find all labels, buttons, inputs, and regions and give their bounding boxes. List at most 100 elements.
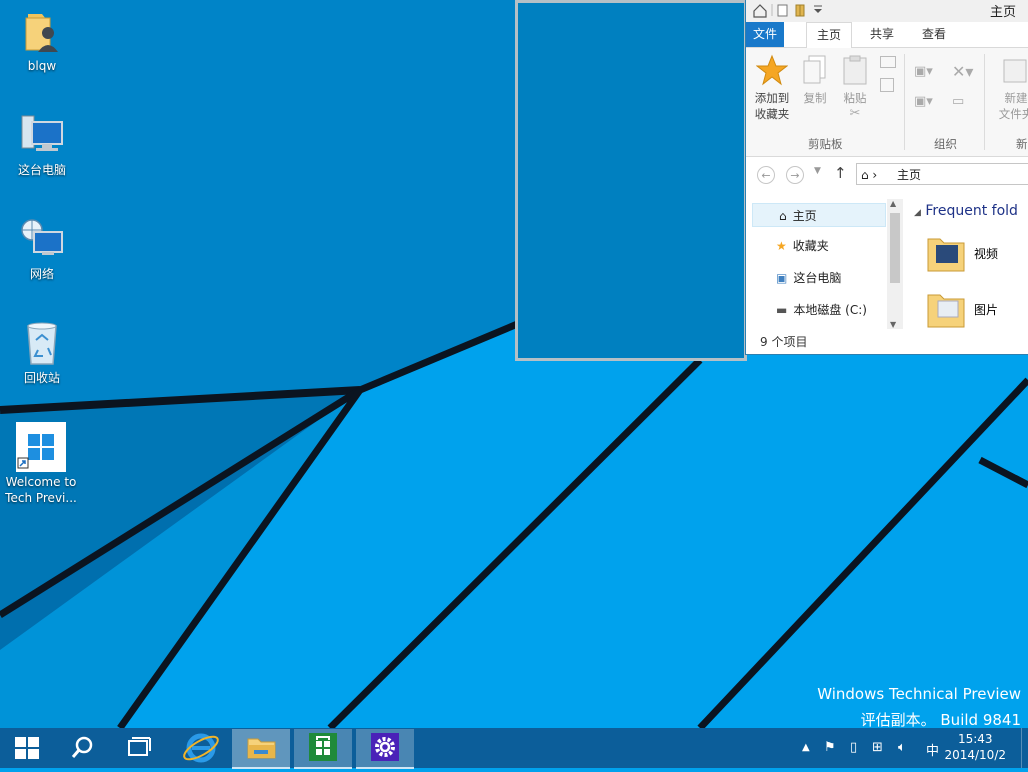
scroll-down-icon[interactable]: ▼ — [890, 320, 896, 329]
move-to-icon[interactable]: ▣▾ — [914, 64, 933, 79]
star-icon: ★ — [776, 239, 787, 253]
gear-icon — [371, 733, 399, 761]
address-field[interactable]: ⌂ › 主页 — [856, 163, 1028, 185]
clock[interactable]: 15:43 2014/10/2 — [944, 731, 1006, 763]
scroll-up-icon[interactable]: ▲ — [890, 199, 896, 208]
pictures-folder-icon — [927, 294, 965, 328]
desktop-icon-network[interactable]: 网络 — [0, 216, 84, 282]
paste-shortcut-icon[interactable] — [880, 78, 894, 92]
new-folder-label-line2: 文件夹 — [998, 107, 1028, 121]
taskbar-settings[interactable] — [356, 729, 414, 769]
new-folder-button[interactable]: 新建 文件夹 — [996, 54, 1028, 122]
nav-item-label: 主页 — [792, 209, 817, 223]
copy-button[interactable]: 复制 — [798, 54, 832, 106]
video-folder-icon — [927, 238, 965, 272]
user-folder-icon — [18, 8, 66, 56]
clock-time: 15:43 — [957, 732, 993, 746]
windows-logo-icon — [16, 422, 66, 472]
action-center-flag-icon[interactable]: ⚑ — [824, 740, 836, 755]
scissors-icon[interactable]: ✂ — [838, 106, 872, 122]
taskbar-file-explorer[interactable] — [232, 729, 290, 769]
frequent-folders-header[interactable]: ◢ Frequent fold — [914, 203, 1018, 219]
tab-share[interactable]: 共享 — [860, 22, 904, 47]
folder-item-pictures[interactable]: 图片 — [926, 287, 1028, 335]
show-hidden-icons-icon[interactable]: ▲ — [802, 742, 810, 753]
tab-file[interactable]: 文件 — [746, 22, 784, 47]
section-title: Frequent fold — [925, 203, 1018, 219]
group-organize-label: 组织 — [934, 137, 957, 151]
up-button[interactable]: ↑ — [834, 164, 847, 182]
nav-item-label: 收藏夹 — [792, 239, 829, 253]
watermark-line2: 评估副本。 Build 9841 — [860, 711, 1021, 728]
ime-indicator[interactable]: 中 — [926, 740, 939, 759]
navigation-pane: ⌂ 主页 ★ 收藏夹 ▣ 这台电脑 ▬ 本地磁盘 (C:) — [746, 199, 886, 329]
paste-button[interactable]: 粘贴 ✂ — [838, 54, 872, 122]
desktop-icon-user-folder[interactable]: blqw — [0, 8, 84, 74]
pin-label-line2: 收藏夹 — [754, 107, 790, 121]
ribbon-separator — [904, 54, 905, 150]
nav-scrollbar[interactable]: ▲ ▼ — [887, 199, 903, 329]
status-bar: 9 个项目 — [760, 335, 808, 349]
desktop-icon-label-line2: Tech Previ... — [5, 491, 77, 505]
volume-icon[interactable]: 🔈︎ — [898, 740, 906, 755]
recent-locations-icon[interactable]: ▼ — [814, 166, 821, 176]
power-icon[interactable]: ▯ — [850, 740, 857, 755]
desktop: blqw 这台电脑 网络 回收站 Welcome to Tech Previ..… — [0, 0, 1028, 728]
search-button[interactable] — [62, 728, 102, 768]
folder-item-videos[interactable]: 视频 — [926, 231, 1028, 279]
taskbar-store[interactable] — [294, 729, 352, 769]
content-pane: ◢ Frequent fold 视频 图片 — [908, 199, 1028, 339]
collapse-icon: ◢ — [914, 208, 921, 218]
back-button[interactable]: ← — [757, 166, 775, 184]
nav-item-home[interactable]: ⌂ 主页 — [752, 203, 886, 227]
pin-label-line1: 添加到 — [754, 91, 790, 105]
ribbon-tabs: 文件 主页 共享 查看 — [746, 22, 1028, 49]
copy-path-icon[interactable] — [880, 56, 896, 68]
clock-date: 2014/10/2 — [944, 748, 1006, 762]
new-folder-icon — [1003, 59, 1027, 83]
tab-view[interactable]: 查看 — [912, 22, 956, 47]
folder-label: 视频 — [974, 247, 999, 261]
this-pc-icon — [18, 112, 66, 160]
file-explorer-window[interactable]: 主页 文件 主页 共享 查看 添加到 收藏夹 复制 粘贴 ✂ 剪贴板 ▣▾ ▣▾… — [746, 0, 1028, 354]
nav-item-this-pc[interactable]: ▣ 这台电脑 — [752, 266, 886, 290]
start-button[interactable] — [6, 728, 50, 768]
quick-access-toolbar[interactable] — [752, 2, 826, 21]
forward-button[interactable]: → — [786, 166, 804, 184]
tab-home[interactable]: 主页 — [806, 22, 853, 49]
address-path: 主页 — [897, 168, 922, 182]
group-clipboard-label: 剪贴板 — [808, 137, 843, 151]
computer-icon: ▣ — [776, 271, 788, 285]
task-view-icon — [128, 737, 151, 756]
nav-item-favorites[interactable]: ★ 收藏夹 — [752, 234, 886, 258]
desktop-icon-label: blqw — [27, 59, 57, 73]
rename-icon[interactable]: ▭ — [952, 94, 964, 109]
desktop-icon-this-pc[interactable]: 这台电脑 — [0, 112, 84, 178]
paste-label: 粘贴 — [843, 91, 867, 105]
search-icon — [71, 736, 93, 758]
pin-to-favorites-button[interactable]: 添加到 收藏夹 — [752, 54, 792, 122]
internet-explorer-icon — [183, 733, 219, 763]
address-bar-row: ← → ▼ ↑ ⌂ › 主页 — [746, 160, 1028, 190]
ribbon-separator — [984, 54, 985, 150]
desktop-icon-recycle-bin[interactable]: 回收站 — [0, 320, 84, 386]
network-icon — [18, 216, 66, 264]
title-bar[interactable]: 主页 — [746, 0, 1028, 22]
drive-icon: ▬ — [776, 303, 788, 317]
copy-icon — [803, 55, 826, 84]
scroll-thumb[interactable] — [890, 213, 900, 283]
task-view-button[interactable] — [118, 728, 158, 768]
home-icon: ⌂ — [779, 209, 787, 223]
desktop-icon-welcome[interactable]: Welcome to Tech Previ... — [0, 422, 83, 506]
desktop-icon-label: 这台电脑 — [17, 163, 66, 177]
network-tray-icon[interactable]: ⊞ — [872, 740, 883, 755]
delete-icon[interactable]: ✕▾ — [952, 62, 973, 81]
recycle-bin-icon — [18, 320, 66, 368]
ribbon: 添加到 收藏夹 复制 粘贴 ✂ 剪贴板 ▣▾ ▣▾ ✕▾ ▭ 组织 新建 文件夹… — [746, 48, 1028, 157]
desktop-icon-label: 网络 — [29, 267, 54, 281]
show-desktop-button[interactable] — [1021, 728, 1028, 768]
nav-item-local-disk[interactable]: ▬ 本地磁盘 (C:) — [752, 298, 886, 322]
copy-to-icon[interactable]: ▣▾ — [914, 94, 933, 109]
taskbar-internet-explorer[interactable] — [172, 729, 230, 767]
copy-label: 复制 — [803, 91, 827, 105]
